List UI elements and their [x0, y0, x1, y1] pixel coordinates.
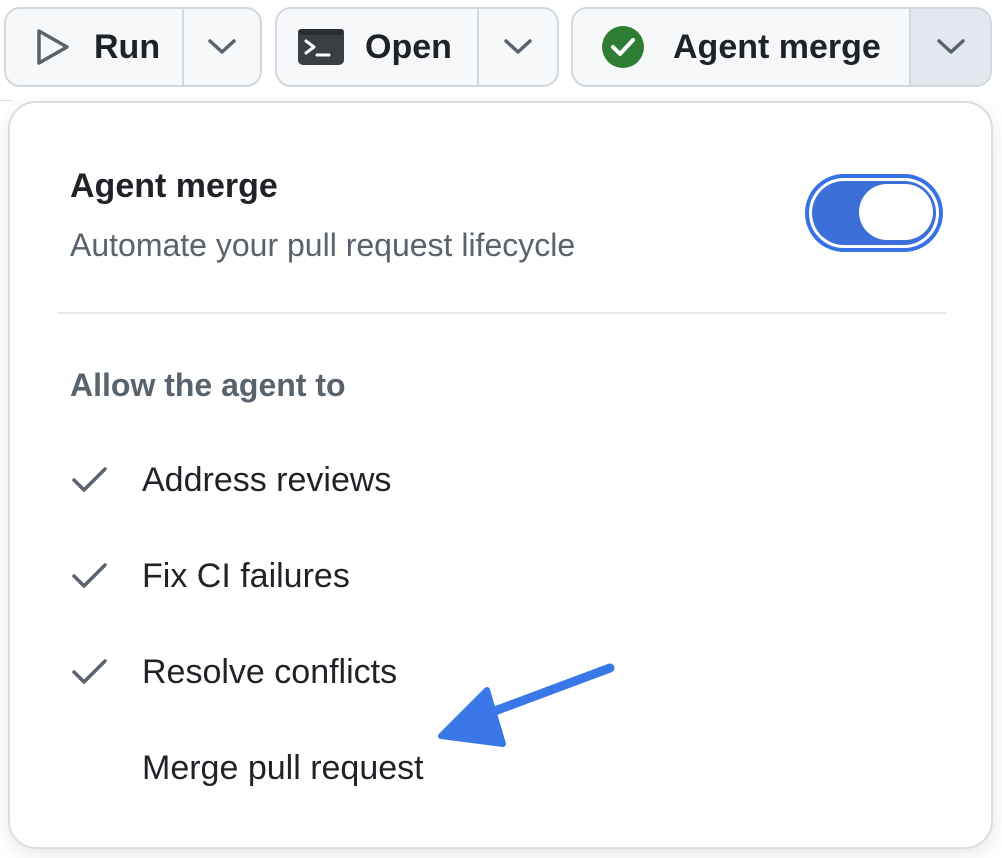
- annotation-arrow-icon: [438, 663, 615, 747]
